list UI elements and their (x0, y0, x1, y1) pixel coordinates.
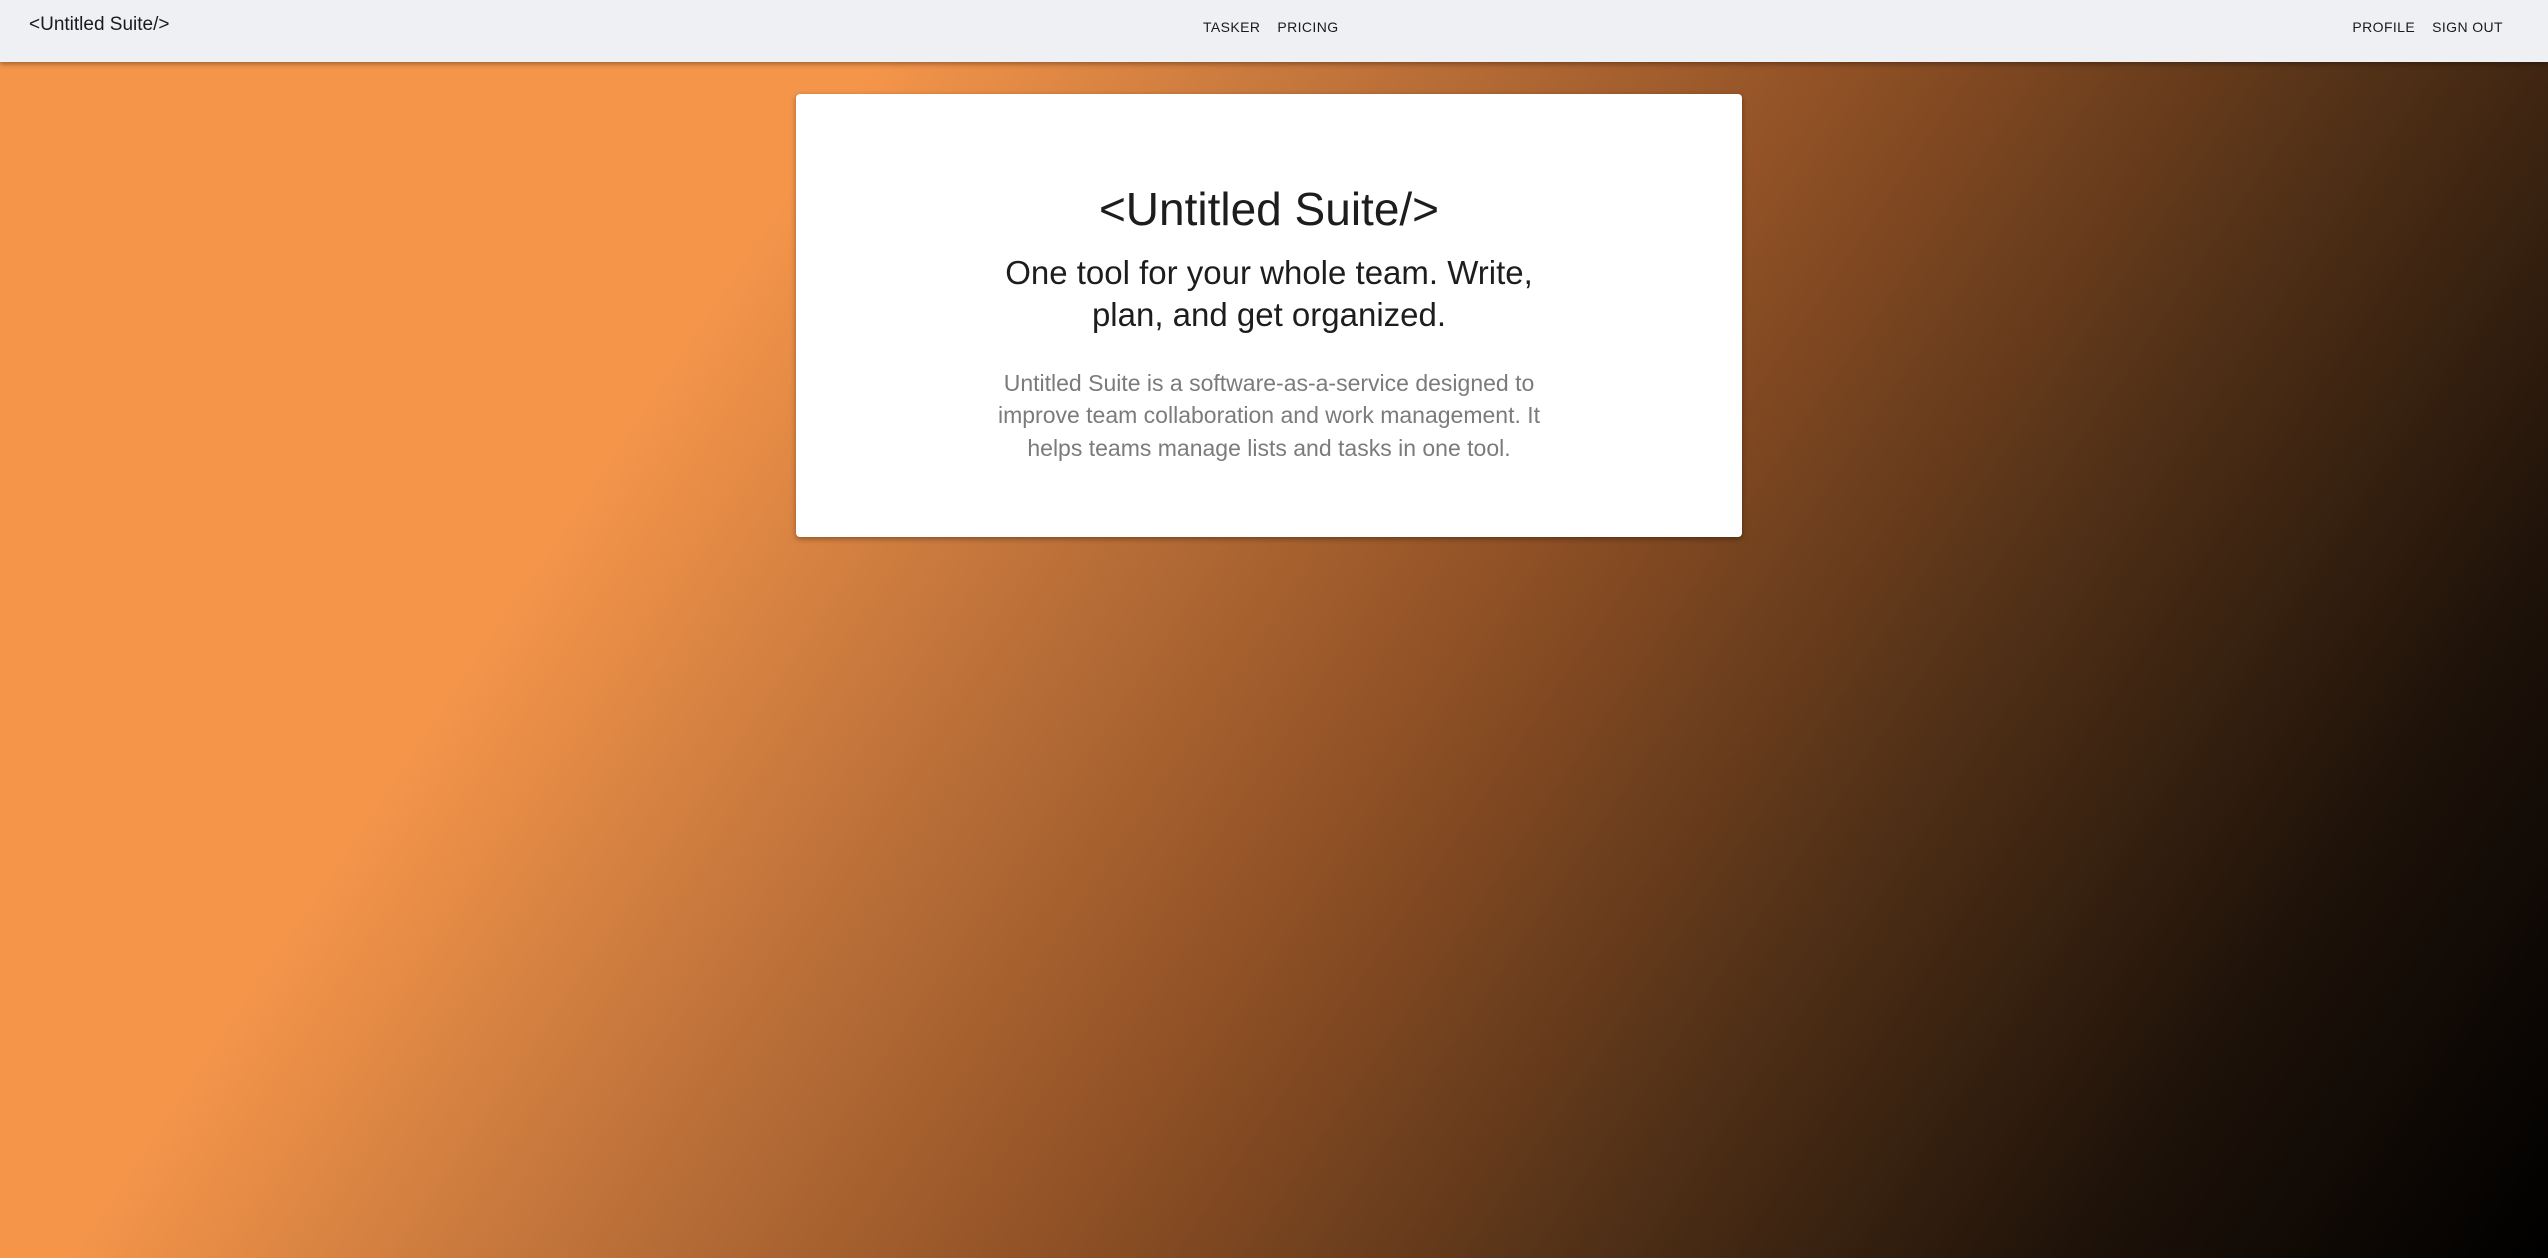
brand-logo-link[interactable]: <Untitled Suite/> (29, 14, 169, 36)
hero-card: <Untitled Suite/> One tool for your whol… (796, 94, 1742, 537)
nav-link-profile[interactable]: PROFILE (2352, 19, 2415, 35)
account-nav: PROFILE SIGN OUT (2352, 19, 2503, 35)
main-nav: TASKER PRICING (1203, 19, 1339, 35)
hero-subtitle: One tool for your whole team. Write, pla… (1005, 254, 1533, 334)
nav-link-tasker[interactable]: TASKER (1203, 19, 1260, 35)
hero-title: <Untitled Suite/> (1098, 183, 1440, 235)
top-navbar: <Untitled Suite/> TASKER PRICING PROFILE… (0, 0, 2548, 62)
nav-link-pricing[interactable]: PRICING (1277, 19, 1338, 35)
nav-link-sign-out[interactable]: SIGN OUT (2432, 19, 2503, 35)
hero-description: Untitled Suite is a software-as-a-servic… (997, 370, 1541, 461)
